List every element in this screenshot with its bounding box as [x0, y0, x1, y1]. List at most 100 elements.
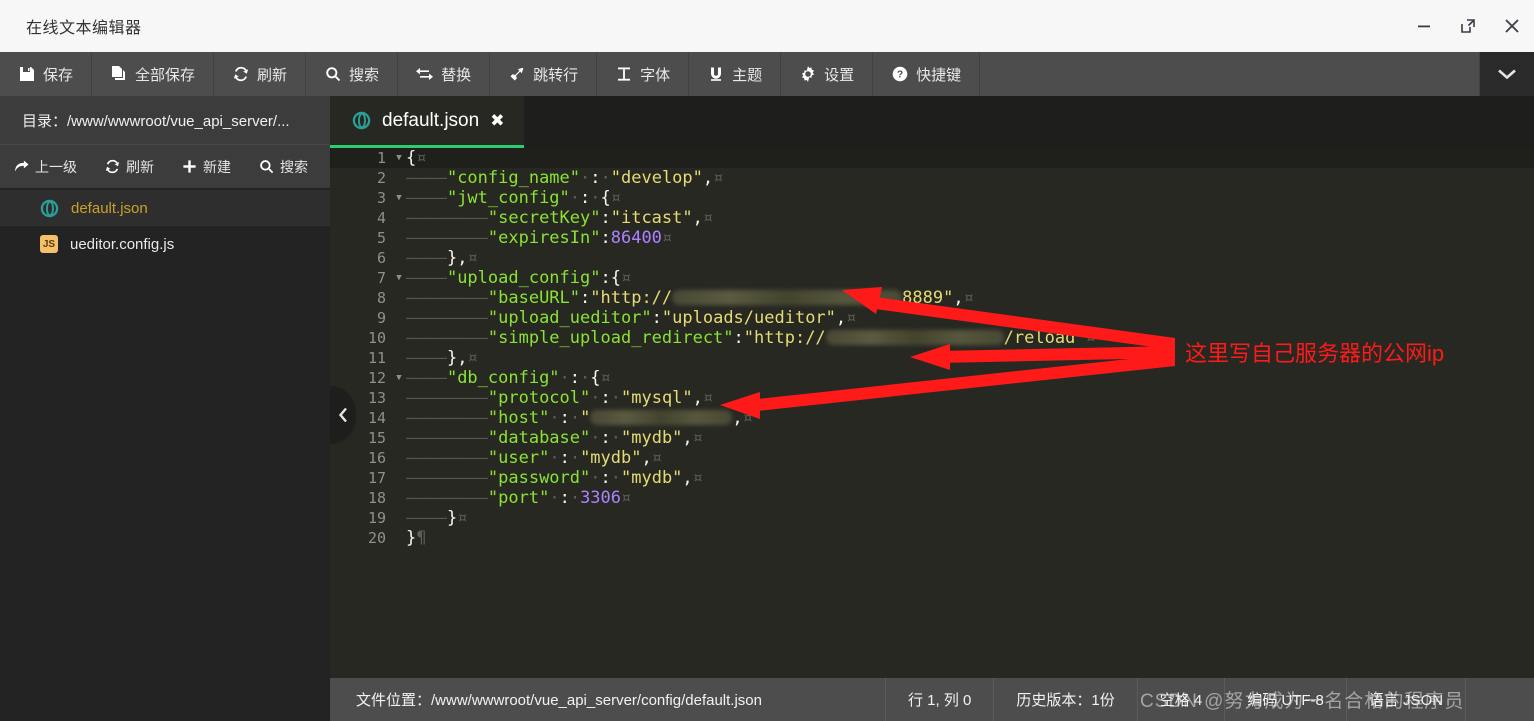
status-cursor-position: 行 1, 列 0 — [886, 678, 995, 721]
toolbar-spacer — [980, 52, 1480, 96]
code-line[interactable]: 4 ————————"secretKey":"itcast",¤ — [330, 208, 1534, 228]
code-line[interactable]: 1 ▼ {¤ — [330, 148, 1534, 168]
code-token: ———— — [406, 188, 447, 208]
toolbar-goto-line-button[interactable]: 跳转行 — [490, 52, 598, 96]
toolbar-shortcuts-button[interactable]: ? 快捷键 — [873, 52, 981, 96]
fold-toggle-icon[interactable]: ▼ — [392, 368, 406, 388]
code-line[interactable]: 5 ————————"expiresIn":86400¤ — [330, 228, 1534, 248]
code-line[interactable]: 8 ————————"baseURL":"http:// 8889",¤ — [330, 288, 1534, 308]
code-text: ————"config_name"·:·"develop",¤ — [406, 168, 723, 188]
close-icon[interactable] — [1490, 0, 1534, 52]
status-history-version[interactable]: 历史版本：1份 — [994, 678, 1138, 721]
code-token: 3306 — [580, 488, 622, 508]
toolbar-replace-button[interactable]: 替换 — [398, 52, 491, 96]
fold-toggle-icon[interactable]: ▼ — [392, 188, 406, 208]
window-controls — [1402, 0, 1534, 52]
code-token: : — [580, 288, 591, 308]
code-token: }, — [446, 348, 468, 368]
code-editor[interactable]: 1 ▼ { ¤ 2 ————"config_name"·:·"develop",¤ 3 ▼ ——… — [330, 148, 1534, 669]
code-text: ————},¤ — [406, 348, 478, 368]
code-token: , — [835, 308, 847, 328]
code-line[interactable]: 3 ▼ ————"jwt_config"·:·{¤ — [330, 188, 1534, 208]
line-number: 20 — [367, 529, 386, 547]
code-token: { — [600, 188, 611, 208]
fold-toggle-icon[interactable]: ▼ — [392, 148, 406, 168]
arrow-up-level-icon — [14, 159, 29, 174]
json-file-icon — [352, 111, 371, 130]
code-token: ———————— — [406, 488, 488, 508]
code-line[interactable]: 2 ————"config_name"·:·"develop",¤ — [330, 168, 1534, 188]
close-icon[interactable]: ✖ — [490, 111, 504, 131]
code-line[interactable]: 16 ————————"user"·:·"mydb",¤ — [330, 448, 1534, 468]
minimize-icon[interactable] — [1402, 0, 1446, 52]
code-token: "http:// — [743, 328, 826, 348]
code-token: :{ — [600, 268, 621, 288]
code-line[interactable]: 7 ▼ ————"upload_config":{¤ — [330, 268, 1534, 288]
toolbar-label: 替换 — [441, 66, 472, 84]
code-token: : — [559, 488, 570, 508]
refresh-files-button[interactable]: 刷新 — [91, 157, 168, 177]
theme-icon — [707, 66, 724, 83]
code-line[interactable]: 19 ————}¤ — [330, 508, 1534, 528]
code-line[interactable]: 18 ————————"port"·:·3306¤ — [330, 488, 1534, 508]
search-files-button[interactable]: 搜索 — [245, 157, 322, 177]
parent-directory-button[interactable]: 上一级 — [0, 157, 91, 177]
line-number: 17 — [367, 469, 386, 487]
toolbar-settings-button[interactable]: 设置 — [781, 52, 874, 96]
code-token: "develop" — [610, 168, 703, 188]
code-line[interactable]: 12 ▼ ————"db_config"·:·{¤ — [330, 368, 1534, 388]
toolbar-theme-button[interactable]: 主题 — [689, 52, 782, 96]
code-token: · — [610, 388, 621, 408]
line-number: 11 — [367, 349, 386, 367]
line-number: 16 — [367, 449, 386, 467]
code-token: : — [600, 428, 611, 448]
toolbar-save-all-button[interactable]: 全部保存 — [92, 52, 215, 96]
code-token: : — [651, 308, 662, 328]
code-token: "itcast" — [610, 208, 693, 228]
code-line[interactable]: 6 ————},¤ — [330, 248, 1534, 268]
code-line[interactable]: 17 ————————"password"·:·"mydb",¤ — [330, 468, 1534, 488]
toolbar-save-button[interactable]: 保存 — [0, 52, 93, 96]
toolbar-search-button[interactable]: 搜索 — [306, 52, 399, 96]
plus-icon — [182, 159, 197, 174]
csdn-watermark: CSDN @努力成为一名合格的程序员 — [1140, 691, 1465, 712]
code-token: : — [733, 328, 744, 348]
code-text: ————"upload_config":{¤ — [406, 268, 631, 288]
code-token: : — [559, 448, 570, 468]
toolbar-label: 全部保存 — [135, 66, 196, 84]
chevron-down-icon[interactable] — [1480, 52, 1534, 96]
code-token: · — [610, 468, 621, 488]
file-item-ueditor-config-js[interactable]: JS ueditor.config.js — [0, 226, 330, 262]
file-item-default-json[interactable]: default.json — [0, 190, 330, 226]
code-token: ¶ — [416, 528, 427, 548]
tab-default-json[interactable]: default.json ✖ — [330, 96, 525, 148]
code-token: "db_config" — [446, 368, 560, 388]
line-number: 5 — [376, 229, 386, 247]
code-token: ¤ — [651, 448, 662, 468]
line-number: 1 — [376, 149, 386, 167]
code-token: "database" — [487, 428, 591, 448]
code-token: } — [406, 528, 417, 548]
code-line[interactable]: 15 ————————"database"·:·"mydb",¤ — [330, 428, 1534, 448]
annotation-label: 这里写自己服务器的公网ip — [1185, 341, 1445, 366]
code-text: ————————"host"·:·" ,¤ — [406, 408, 753, 428]
code-line[interactable]: 9 ————————"upload_ueditor":"uploads/uedit… — [330, 308, 1534, 328]
code-line[interactable]: 13 ————————"protocol"·:·"mysql",¤ — [330, 388, 1534, 408]
line-number: 12 — [367, 369, 386, 387]
toolbar-refresh-button[interactable]: 刷新 — [214, 52, 307, 96]
goto-line-icon — [508, 66, 525, 83]
toolbar-label: 跳转行 — [533, 66, 579, 84]
code-token: "simple_upload_redirect" — [487, 328, 734, 348]
replace-icon — [416, 66, 434, 83]
new-file-button[interactable]: 新建 — [168, 157, 245, 177]
code-token: "host" — [487, 408, 550, 428]
toolbar-font-button[interactable]: 字体 — [597, 52, 690, 96]
code-line[interactable]: 14 ————————"host"·:·" ,¤ — [330, 408, 1534, 428]
code-token: : — [600, 388, 611, 408]
code-line[interactable]: 20}¶ — [330, 528, 1534, 548]
code-token: , — [641, 448, 652, 468]
code-text: ————————"password"·:·"mydb",¤ — [406, 468, 703, 488]
fold-toggle-icon[interactable]: ▼ — [392, 268, 406, 288]
file-name: ueditor.config.js — [70, 235, 175, 253]
maximize-icon[interactable] — [1446, 0, 1490, 52]
